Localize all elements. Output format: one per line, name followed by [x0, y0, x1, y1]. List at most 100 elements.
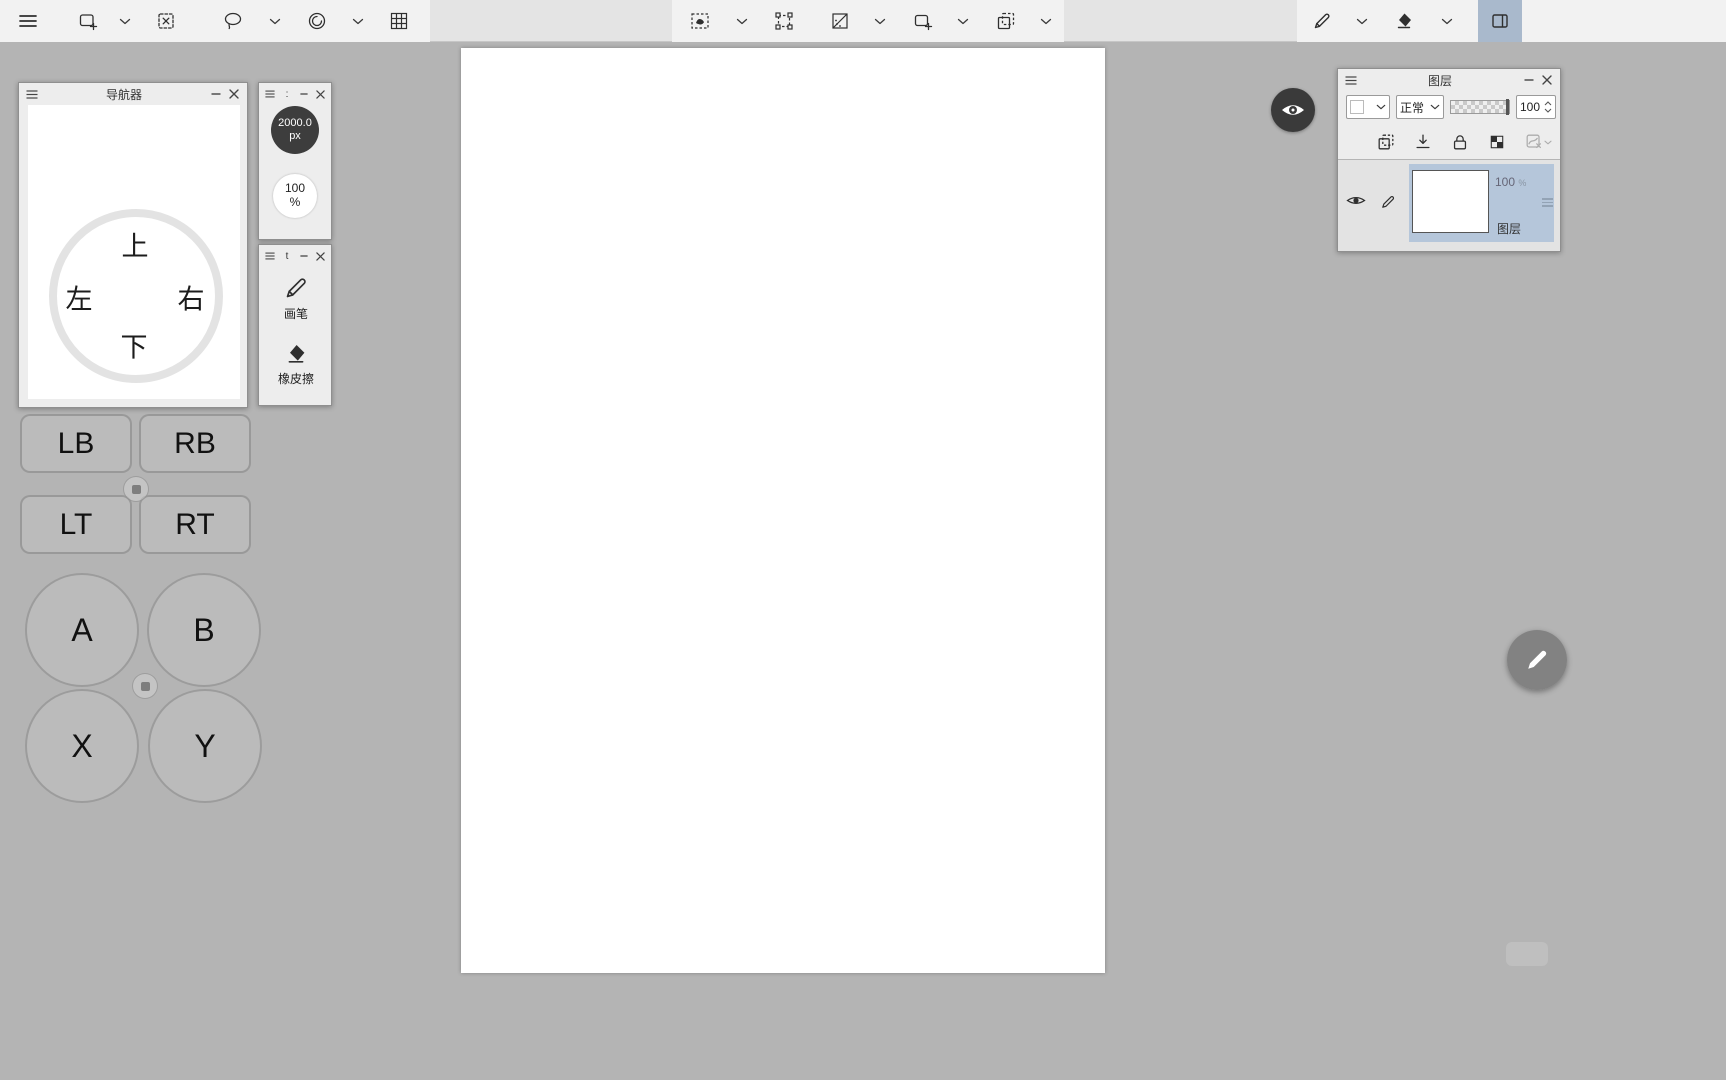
gamepad-button-a[interactable]: A: [25, 573, 139, 687]
brush-tool-dropdown[interactable]: [1350, 0, 1374, 42]
gamepad-face-handle[interactable]: [132, 673, 158, 699]
deselect-button[interactable]: [146, 0, 186, 42]
eraser-tool-dropdown[interactable]: [1435, 0, 1459, 42]
gamepad-button-y[interactable]: Y: [148, 689, 262, 803]
layers-titlebar[interactable]: 图层: [1338, 69, 1560, 91]
layer-edit-indicator[interactable]: [1380, 194, 1396, 215]
layer-opacity-unit: %: [1518, 178, 1527, 188]
zoom-indicator[interactable]: 100 %: [273, 174, 317, 218]
device-watermark: [1506, 942, 1548, 966]
blend-mode-dropdown[interactable]: 正常: [1396, 95, 1444, 119]
dpad-left-button[interactable]: 左: [66, 278, 93, 317]
quick-brush-button[interactable]: 画笔: [259, 275, 333, 322]
navigator-title: 导航器: [105, 87, 142, 102]
transform-icon: [775, 12, 793, 30]
smudge-tool-dropdown[interactable]: [346, 0, 370, 42]
chevron-down-icon: [119, 18, 131, 24]
tools-panel-titlebar[interactable]: t: [259, 245, 331, 267]
panel-menu-button[interactable]: [25, 87, 39, 101]
side-panel-toggle-button[interactable]: [1478, 0, 1522, 42]
minimize-button[interactable]: [297, 249, 311, 263]
lock-layer-button[interactable]: [1449, 131, 1471, 153]
main-menu-button[interactable]: [8, 0, 48, 42]
app-window: LB RB LT RT A B X Y 导航器 上 左 右 下 : 2000.0…: [0, 0, 1726, 1080]
brush-size-panel: : 2000.0 px 100 %: [258, 82, 332, 240]
grid-toggle-button[interactable]: [379, 0, 419, 42]
new-selection-tool-button[interactable]: [68, 0, 108, 42]
gamepad-button-lb[interactable]: LB: [20, 414, 132, 473]
dpad-down-button[interactable]: 下: [121, 326, 148, 365]
eraser-icon: [288, 345, 305, 363]
dpad-up-button[interactable]: 上: [122, 225, 149, 264]
top-toolbar: [0, 0, 1726, 42]
minimize-button[interactable]: [1522, 73, 1536, 87]
transform-tool-button[interactable]: [764, 0, 804, 42]
gradient-tool-dropdown[interactable]: [868, 0, 892, 42]
gamepad-button-b[interactable]: B: [147, 573, 261, 687]
gradient-icon: [832, 13, 848, 29]
layer-thumbnail[interactable]: [1412, 170, 1489, 233]
layer-visibility-toggle[interactable]: [1346, 194, 1366, 212]
eraser-tool-button[interactable]: [1384, 0, 1424, 42]
chevron-down-icon: [1376, 104, 1386, 110]
lock-icon: [1453, 135, 1467, 150]
panel-menu-button[interactable]: [263, 249, 277, 263]
clear-adjustment-button[interactable]: [1523, 131, 1553, 153]
close-button[interactable]: [313, 87, 327, 101]
dpad-right-button[interactable]: 右: [178, 278, 205, 317]
merge-down-icon: [1416, 134, 1430, 149]
navigator-panel: 导航器 上 左 右 下: [18, 82, 248, 408]
layer-type-dropdown[interactable]: [1346, 95, 1390, 119]
gamepad-shoulder-handle[interactable]: [123, 476, 149, 502]
gamepad-button-lt[interactable]: LT: [20, 495, 132, 554]
minimize-button[interactable]: [297, 87, 311, 101]
alpha-lock-button[interactable]: [1486, 131, 1508, 153]
marquee-selection-icon: [691, 13, 709, 29]
gradient-tool-button[interactable]: [820, 0, 860, 42]
shape-tool-dropdown[interactable]: [951, 0, 975, 42]
drawing-canvas[interactable]: [461, 48, 1105, 973]
chevron-down-icon: [269, 18, 281, 24]
minimize-button[interactable]: [209, 87, 223, 101]
quick-eraser-button[interactable]: 橡皮擦: [259, 342, 333, 387]
shape-tool-button[interactable]: [903, 0, 943, 42]
lasso-tool-dropdown[interactable]: [263, 0, 287, 42]
gamepad-button-x[interactable]: X: [25, 689, 139, 803]
draw-mode-fab[interactable]: [1507, 630, 1567, 690]
copy-paste-dropdown[interactable]: [1034, 0, 1058, 42]
copy-paste-button[interactable]: [986, 0, 1026, 42]
selection-tool-dropdown[interactable]: [113, 0, 137, 42]
marquee-select-dropdown[interactable]: [730, 0, 754, 42]
hamburger-icon: [265, 252, 275, 260]
close-button[interactable]: [313, 249, 327, 263]
hamburger-icon: [265, 90, 275, 98]
close-icon: [315, 89, 325, 99]
gamepad-button-rb[interactable]: RB: [139, 414, 251, 473]
panel-menu-button[interactable]: [263, 87, 277, 101]
layer-opacity-spinner[interactable]: 100: [1516, 95, 1556, 119]
close-button[interactable]: [1540, 73, 1554, 87]
hamburger-icon: [1345, 75, 1357, 85]
panel-menu-button[interactable]: [1344, 73, 1358, 87]
navigator-preview[interactable]: 上 左 右 下: [28, 105, 240, 399]
lasso-tool-button[interactable]: [213, 0, 253, 42]
layer-drag-handle[interactable]: [1542, 196, 1553, 209]
brush-size-indicator[interactable]: 2000.0 px: [271, 106, 319, 154]
chevron-down-icon: [1544, 140, 1552, 144]
duplicate-layer-button[interactable]: [1375, 131, 1397, 153]
marquee-select-button[interactable]: [680, 0, 720, 42]
merge-down-button[interactable]: [1412, 131, 1434, 153]
navigator-titlebar[interactable]: 导航器: [19, 83, 247, 105]
gamepad-button-rt[interactable]: RT: [139, 495, 251, 554]
size-panel-titlebar[interactable]: :: [259, 83, 331, 105]
brush-tool-button[interactable]: [1302, 0, 1342, 42]
hamburger-icon: [19, 15, 37, 27]
alpha-checker-icon: [1490, 135, 1504, 149]
chevron-down-icon: [1356, 18, 1368, 24]
close-button[interactable]: [227, 87, 241, 101]
smudge-tool-button[interactable]: [297, 0, 337, 42]
slider-handle[interactable]: [1506, 99, 1509, 115]
gamepad-lb-label: LB: [57, 426, 95, 460]
layer-opacity-slider[interactable]: [1450, 99, 1510, 115]
toggle-ui-visibility-button[interactable]: [1271, 88, 1315, 132]
